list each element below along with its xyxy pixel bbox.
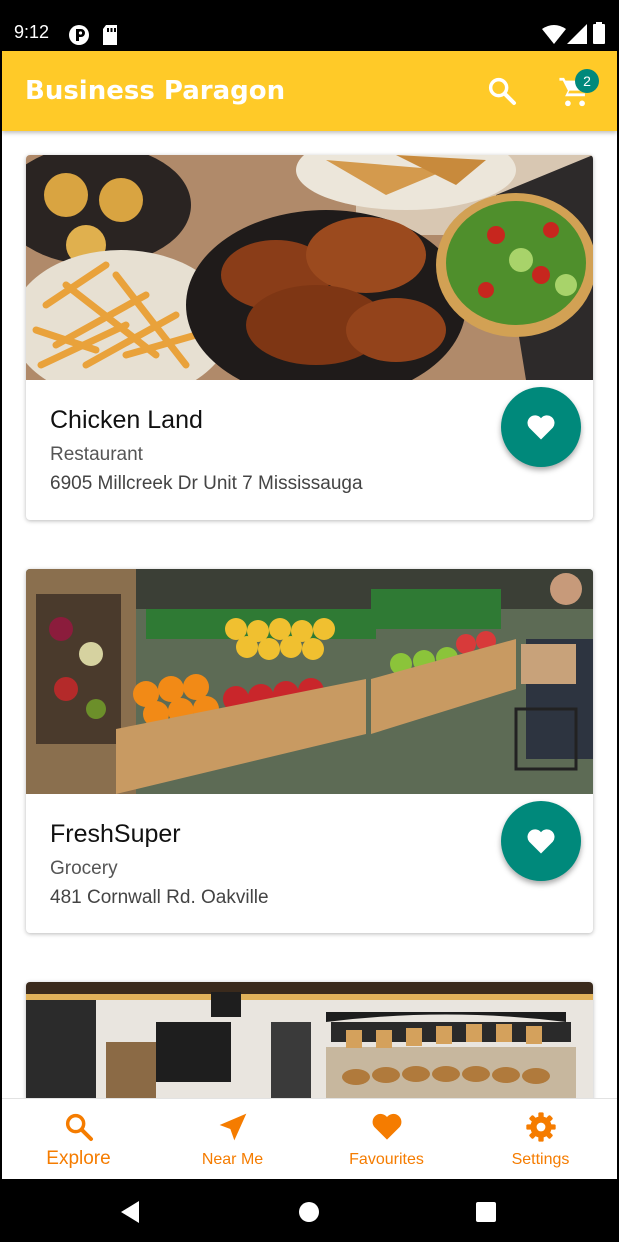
cart-count-badge: 2: [575, 69, 599, 93]
back-icon[interactable]: [119, 1200, 141, 1224]
app-screen: Business Paragon 2 Chicken Land Restaura…: [2, 51, 617, 1179]
heart-icon: [527, 415, 555, 440]
app-notification-icon: [69, 25, 89, 45]
favourite-button[interactable]: [501, 387, 581, 467]
recents-icon[interactable]: [476, 1202, 496, 1222]
system-navigation-bar: [0, 1179, 619, 1242]
business-name: FreshSuper: [50, 820, 181, 848]
heart-icon: [372, 1113, 402, 1140]
heart-icon: [527, 829, 555, 854]
business-card[interactable]: FreshSuper Grocery 481 Cornwall Rd. Oakv…: [26, 569, 593, 933]
nav-label: Favourites: [349, 1151, 424, 1168]
nav-label: Explore: [46, 1148, 111, 1169]
wifi-icon: [542, 25, 566, 44]
home-icon[interactable]: [298, 1201, 320, 1223]
nav-favourites[interactable]: Favourites: [310, 1099, 463, 1179]
nav-label: Settings: [511, 1151, 570, 1168]
nav-label: Near Me: [201, 1151, 264, 1168]
business-address: 481 Cornwall Rd. Oakville: [50, 887, 269, 908]
app-bar: Business Paragon 2: [2, 51, 617, 131]
business-image-chicken: [26, 155, 593, 380]
business-address: 6905 Millcreek Dr Unit 7 Mississauga: [50, 473, 363, 494]
gear-icon: [526, 1112, 556, 1142]
search-icon[interactable]: [486, 75, 518, 107]
business-category: Restaurant: [50, 444, 143, 465]
status-bar: 9:12: [0, 0, 619, 51]
business-list[interactable]: Chicken Land Restaurant 6905 Millcreek D…: [2, 131, 617, 1098]
bottom-navigation: Explore Near Me Favourites Settings: [2, 1098, 617, 1179]
navigation-arrow-icon: [219, 1113, 247, 1141]
battery-icon: [593, 22, 605, 44]
sd-card-icon: [103, 25, 117, 45]
business-image-grocery: [26, 569, 593, 794]
business-category: Grocery: [50, 858, 118, 879]
cellular-signal-icon: [567, 24, 587, 44]
nav-settings[interactable]: Settings: [464, 1099, 617, 1179]
search-icon: [65, 1113, 93, 1141]
business-card[interactable]: Chicken Land Restaurant 6905 Millcreek D…: [26, 155, 593, 520]
nav-explore[interactable]: Explore: [2, 1099, 155, 1179]
business-card[interactable]: [26, 982, 593, 1098]
nav-near-me[interactable]: Near Me: [156, 1099, 309, 1179]
app-title: Business Paragon: [25, 76, 286, 106]
business-image-bakery: [26, 982, 593, 1098]
favourite-button[interactable]: [501, 801, 581, 881]
business-name: Chicken Land: [50, 406, 203, 434]
status-time: 9:12: [14, 22, 50, 42]
